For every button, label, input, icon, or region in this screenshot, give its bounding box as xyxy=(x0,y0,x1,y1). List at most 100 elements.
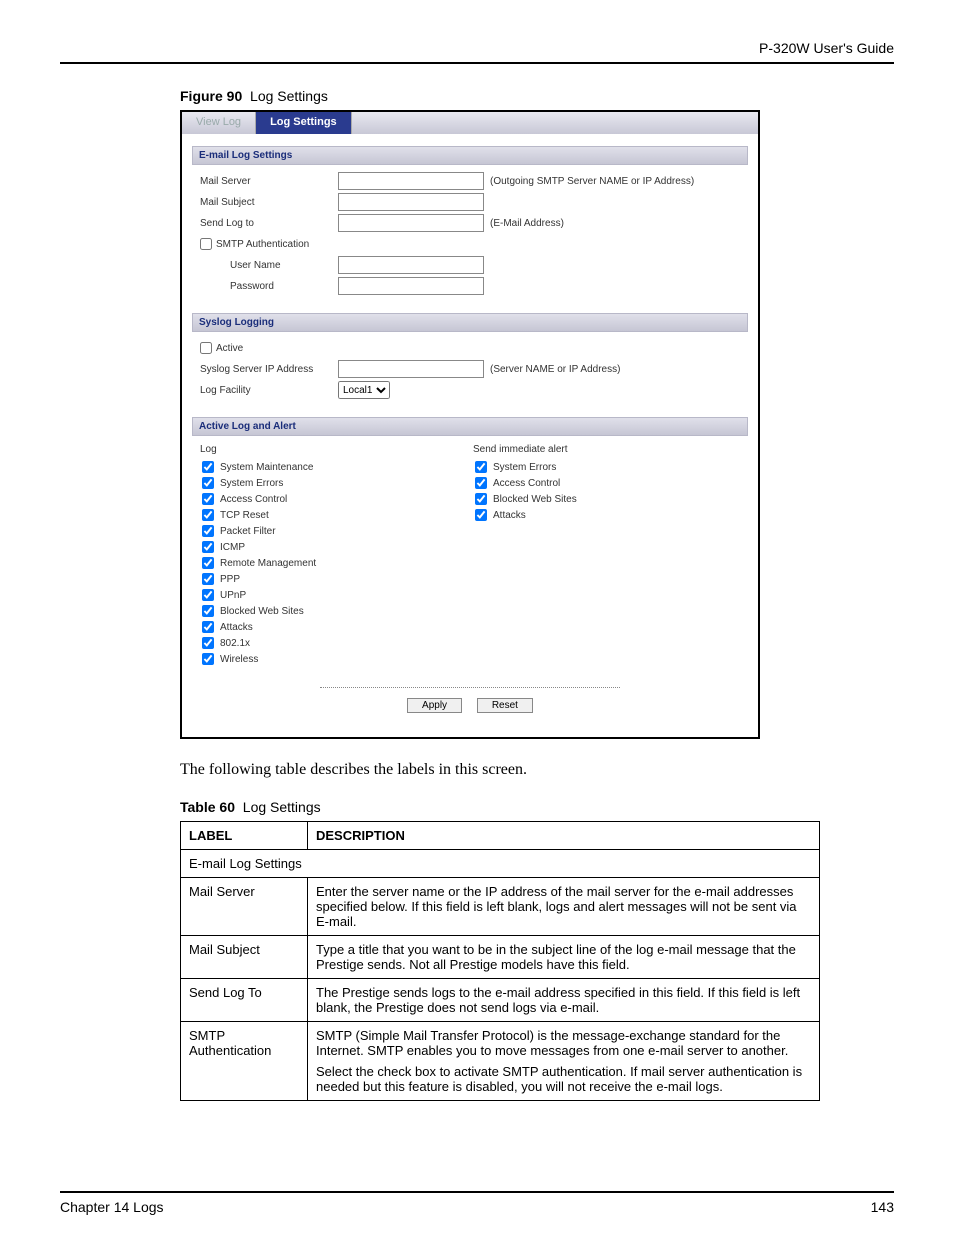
log-item-checkbox[interactable] xyxy=(202,477,214,489)
label-syslog-active: Active xyxy=(216,343,243,354)
table-label-cell: Mail Subject xyxy=(181,936,308,979)
log-item-label: Access Control xyxy=(220,494,287,505)
log-item: Packet Filter xyxy=(200,523,473,539)
alert-item-label: System Errors xyxy=(493,462,556,473)
guide-title: P-320W User's Guide xyxy=(60,40,894,62)
log-item: Remote Management xyxy=(200,555,473,571)
table-row: Mail SubjectType a title that you want t… xyxy=(181,936,820,979)
log-item: 802.1x xyxy=(200,635,473,651)
log-item-checkbox[interactable] xyxy=(202,621,214,633)
log-column-header: Log xyxy=(200,444,473,455)
syslog-active-checkbox[interactable] xyxy=(200,342,212,354)
log-item-checkbox[interactable] xyxy=(202,493,214,505)
log-item-label: System Maintenance xyxy=(220,462,313,473)
log-item: System Maintenance xyxy=(200,459,473,475)
table-label: Table 60 xyxy=(180,799,235,815)
log-item: Wireless xyxy=(200,651,473,667)
log-settings-screenshot: View Log Log Settings E-mail Log Setting… xyxy=(180,110,760,739)
alert-item: Attacks xyxy=(473,507,746,523)
apply-button[interactable]: Apply xyxy=(407,698,462,713)
label-user-name: User Name xyxy=(200,260,338,271)
log-item-checkbox[interactable] xyxy=(202,605,214,617)
log-item-label: ICMP xyxy=(220,542,245,553)
log-item-checkbox[interactable] xyxy=(202,589,214,601)
table-row: Send Log ToThe Prestige sends logs to th… xyxy=(181,979,820,1022)
tab-log-settings[interactable]: Log Settings xyxy=(256,112,352,134)
log-item-label: TCP Reset xyxy=(220,510,269,521)
log-item-label: Wireless xyxy=(220,654,258,665)
alert-item-checkbox[interactable] xyxy=(475,461,487,473)
label-log-facility: Log Facility xyxy=(200,385,338,396)
log-item-label: Attacks xyxy=(220,622,253,633)
alert-column: Send immediate alert System Errors Access… xyxy=(473,442,746,667)
log-item: ICMP xyxy=(200,539,473,555)
table-label-cell: Send Log To xyxy=(181,979,308,1022)
log-item: TCP Reset xyxy=(200,507,473,523)
log-item-checkbox[interactable] xyxy=(202,573,214,585)
tab-view-log[interactable]: View Log xyxy=(182,112,256,134)
section-syslog: Syslog Logging xyxy=(192,313,748,332)
hint-send-log-to: (E-Mail Address) xyxy=(490,218,564,229)
mail-subject-input[interactable] xyxy=(338,193,484,211)
alert-item-label: Access Control xyxy=(493,478,560,489)
log-item-checkbox[interactable] xyxy=(202,653,214,665)
hint-mail-server: (Outgoing SMTP Server NAME or IP Address… xyxy=(490,176,694,187)
section-email-log: E-mail Log Settings xyxy=(192,146,748,165)
footer-chapter: Chapter 14 Logs xyxy=(60,1199,164,1215)
user-name-input[interactable] xyxy=(338,256,484,274)
description-table: LABEL DESCRIPTION E-mail Log SettingsMai… xyxy=(180,821,820,1101)
label-smtp-auth: SMTP Authentication xyxy=(216,239,309,250)
smtp-auth-checkbox[interactable] xyxy=(200,238,212,250)
reset-button[interactable]: Reset xyxy=(477,698,533,713)
header-rule xyxy=(60,62,894,64)
log-facility-select[interactable]: Local1 xyxy=(338,381,390,399)
table-row: E-mail Log Settings xyxy=(181,850,820,878)
password-input[interactable] xyxy=(338,277,484,295)
alert-item-label: Attacks xyxy=(493,510,526,521)
alert-column-header: Send immediate alert xyxy=(473,444,746,455)
body-paragraph: The following table describes the labels… xyxy=(180,761,894,779)
log-item-checkbox[interactable] xyxy=(202,637,214,649)
log-item: PPP xyxy=(200,571,473,587)
table-caption: Table 60 Log Settings xyxy=(180,799,894,815)
log-item-checkbox[interactable] xyxy=(202,541,214,553)
label-password: Password xyxy=(200,281,338,292)
alert-item-checkbox[interactable] xyxy=(475,493,487,505)
log-item-label: PPP xyxy=(220,574,240,585)
log-item: System Errors xyxy=(200,475,473,491)
th-label: LABEL xyxy=(181,822,308,850)
label-syslog-server-ip: Syslog Server IP Address xyxy=(200,364,338,375)
tab-bar: View Log Log Settings xyxy=(182,112,758,134)
log-item-checkbox[interactable] xyxy=(202,461,214,473)
table-row: SMTP AuthenticationSMTP (Simple Mail Tra… xyxy=(181,1022,820,1101)
log-item-checkbox[interactable] xyxy=(202,525,214,537)
log-item-label: UPnP xyxy=(220,590,246,601)
log-item: Attacks xyxy=(200,619,473,635)
log-item: Access Control xyxy=(200,491,473,507)
figure-title: Log Settings xyxy=(250,88,328,104)
send-log-to-input[interactable] xyxy=(338,214,484,232)
table-label-cell: SMTP Authentication xyxy=(181,1022,308,1101)
table-desc-cell: SMTP (Simple Mail Transfer Protocol) is … xyxy=(308,1022,820,1101)
log-item: UPnP xyxy=(200,587,473,603)
log-item: Blocked Web Sites xyxy=(200,603,473,619)
alert-item: Blocked Web Sites xyxy=(473,491,746,507)
footer-rule xyxy=(60,1191,894,1193)
figure-label: Figure 90 xyxy=(180,88,242,104)
table-desc-cell: Enter the server name or the IP address … xyxy=(308,878,820,936)
mail-server-input[interactable] xyxy=(338,172,484,190)
log-item-checkbox[interactable] xyxy=(202,509,214,521)
figure-caption: Figure 90 Log Settings xyxy=(180,88,894,104)
log-column: Log System Maintenance System Errors Acces… xyxy=(200,442,473,667)
log-item-checkbox[interactable] xyxy=(202,557,214,569)
syslog-server-ip-input[interactable] xyxy=(338,360,484,378)
alert-item-checkbox[interactable] xyxy=(475,477,487,489)
label-send-log-to: Send Log to xyxy=(200,218,338,229)
alert-item-checkbox[interactable] xyxy=(475,509,487,521)
alert-item-label: Blocked Web Sites xyxy=(493,494,577,505)
table-desc-cell: The Prestige sends logs to the e-mail ad… xyxy=(308,979,820,1022)
section-active-log: Active Log and Alert xyxy=(192,417,748,436)
label-mail-subject: Mail Subject xyxy=(200,197,338,208)
footer: Chapter 14 Logs 143 xyxy=(60,1199,894,1215)
log-item-label: System Errors xyxy=(220,478,283,489)
